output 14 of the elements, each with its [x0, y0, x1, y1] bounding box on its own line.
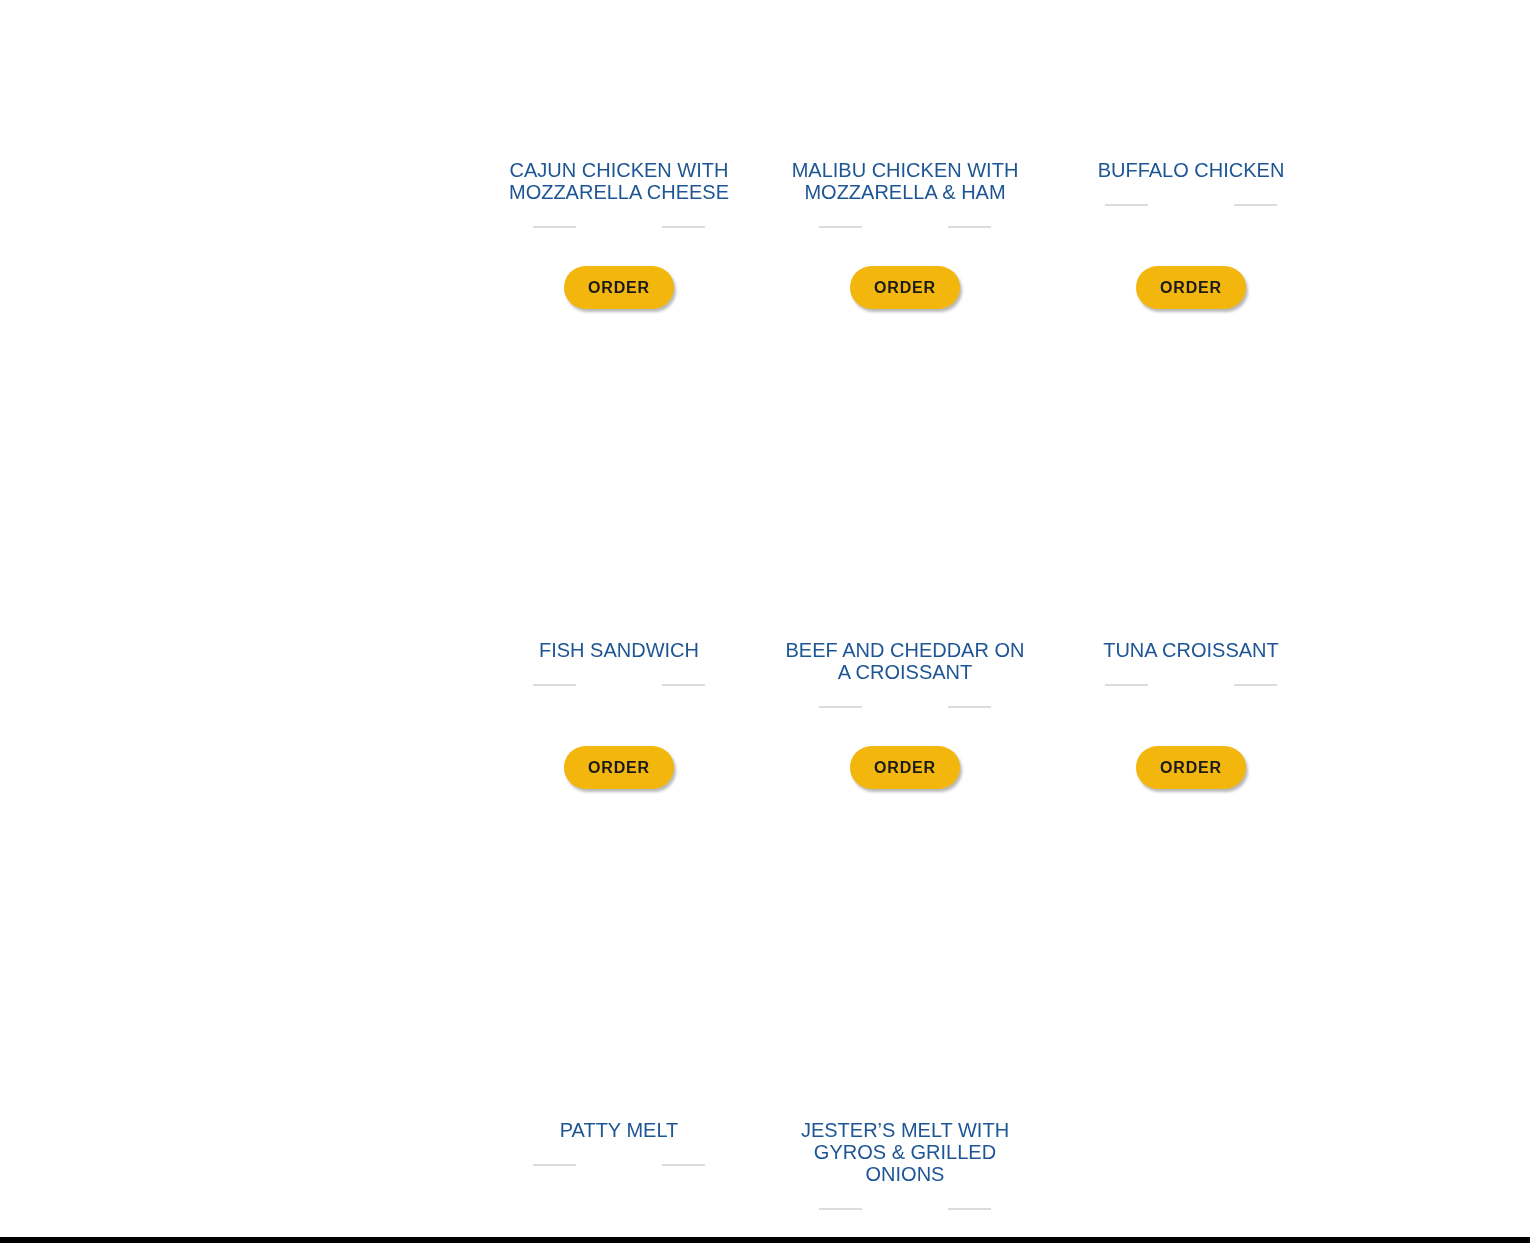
item-title: TUNA CROISSANT	[1102, 639, 1280, 661]
order-button[interactable]: ORDER	[564, 266, 674, 309]
item-title: MALIBU CHICKEN WITH MOZZARELLA & HAM	[790, 159, 1020, 203]
order-button[interactable]: ORDER	[564, 746, 674, 789]
order-button[interactable]: ORDER	[850, 266, 960, 309]
item-title: BUFFALO CHICKEN	[1096, 159, 1286, 181]
item-title: JESTER’S MELT WITH GYROS & GRILLED ONIONS	[799, 1119, 1011, 1185]
item-title: FISH SANDWICH	[538, 639, 700, 661]
item-title: PATTY MELT	[558, 1119, 680, 1141]
order-button[interactable]: ORDER	[1136, 266, 1246, 309]
item-title: BEEF AND CHEDDAR ON A CROISSANT	[784, 639, 1026, 683]
item-title: CAJUN CHICKEN WITH MOZZARELLA CHEESE	[507, 159, 731, 203]
order-button[interactable]: ORDER	[1136, 746, 1246, 789]
order-button[interactable]: ORDER	[850, 746, 960, 789]
